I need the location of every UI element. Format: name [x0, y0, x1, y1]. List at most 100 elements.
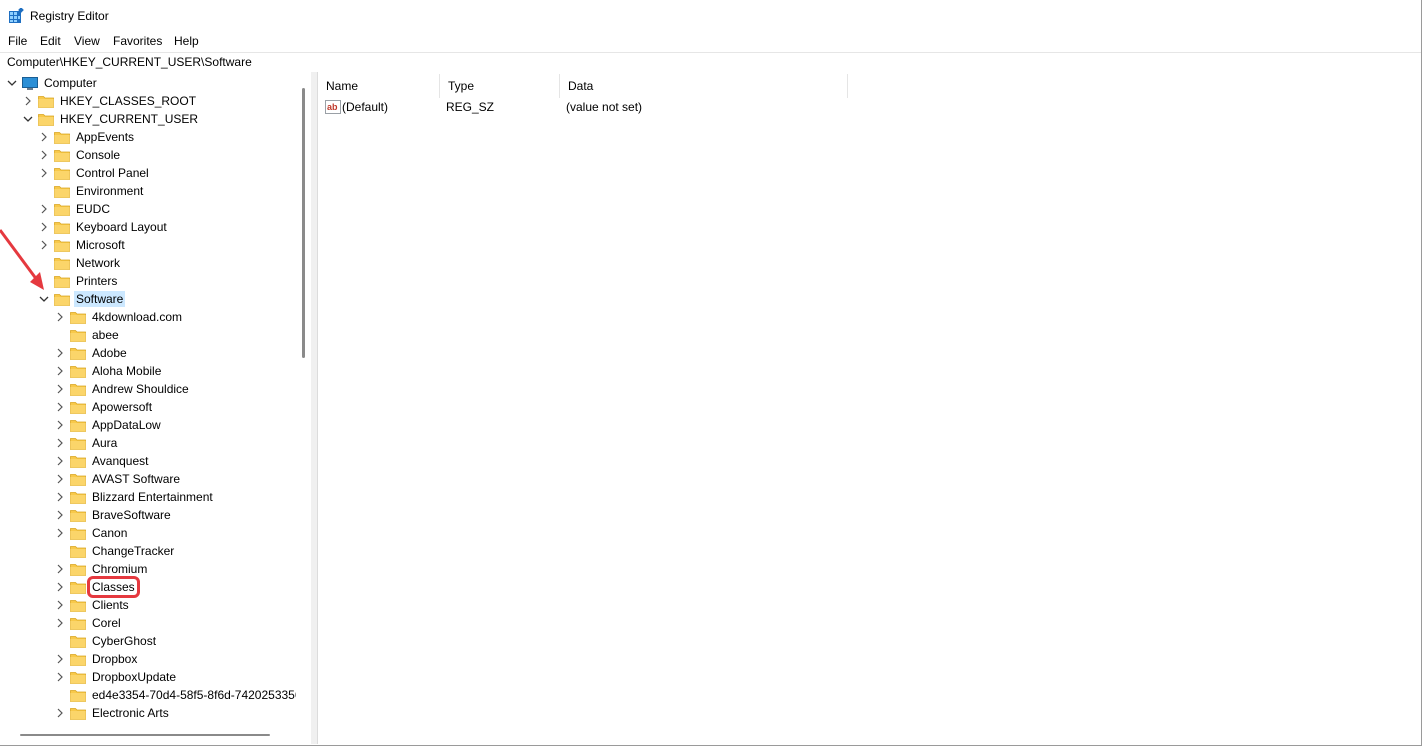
folder-icon	[70, 563, 86, 576]
folder-icon	[70, 401, 86, 414]
tree-item[interactable]: Canon	[54, 524, 129, 542]
value-type: REG_SZ	[446, 100, 495, 114]
tree-item[interactable]: Chromium	[54, 560, 149, 578]
menu-file[interactable]: File	[8, 34, 27, 48]
value-row[interactable]: ab (Default) REG_SZ (value not set)	[318, 98, 918, 116]
chevron-down-icon[interactable]	[22, 110, 34, 128]
chevron-right-icon[interactable]	[38, 164, 50, 182]
registry-editor-app-icon	[9, 8, 24, 23]
tree-item-label: Microsoft	[76, 238, 125, 252]
tree-horizontal-scrollbar-thumb[interactable]	[20, 734, 270, 736]
tree-item[interactable]: Classes	[54, 576, 140, 598]
chevron-right-icon[interactable]	[54, 434, 66, 452]
column-header-data[interactable]: Data	[560, 74, 848, 98]
folder-icon	[70, 581, 86, 594]
chevron-right-icon[interactable]	[54, 524, 66, 542]
tree-item-label: Environment	[76, 184, 144, 198]
tree-item[interactable]: EUDC	[38, 200, 112, 218]
tree-item[interactable]: Blizzard Entertainment	[54, 488, 215, 506]
values-list-pane[interactable]: Name Type Data ab (Default) REG_SZ (valu…	[318, 72, 1421, 744]
chevron-right-icon[interactable]	[54, 488, 66, 506]
tree-item-label: 4kdownload.com	[92, 310, 183, 324]
tree-item[interactable]: ChangeTracker	[54, 542, 176, 560]
tree-item[interactable]: 4kdownload.com	[54, 308, 184, 326]
tree-item[interactable]: CyberGhost	[54, 632, 158, 650]
key-tree-pane[interactable]: Computer HKEY_CLASSES_ROOT HKEY_CURRENT_US…	[0, 72, 312, 744]
tree-item[interactable]: Andrew Shouldice	[54, 380, 191, 398]
tree-vertical-scrollbar[interactable]	[296, 76, 310, 726]
menu-help[interactable]: Help	[174, 34, 199, 48]
tree-item[interactable]: Apowersoft	[54, 398, 154, 416]
chevron-right-icon[interactable]	[38, 128, 50, 146]
tree-item[interactable]: Electronic Arts	[54, 704, 171, 722]
menu-view[interactable]: View	[74, 34, 100, 48]
chevron-right-icon[interactable]	[54, 380, 66, 398]
tree-item-label: abee	[92, 328, 119, 342]
tree-item[interactable]: HKEY_CLASSES_ROOT	[22, 92, 198, 110]
chevron-right-icon[interactable]	[54, 416, 66, 434]
chevron-right-icon[interactable]	[54, 704, 66, 722]
tree-item[interactable]: abee	[54, 326, 121, 344]
tree-item[interactable]: Corel	[54, 614, 123, 632]
tree-item[interactable]: Avanquest	[54, 452, 151, 470]
column-header-name[interactable]: Name	[318, 74, 440, 98]
tree-item[interactable]: Console	[38, 146, 122, 164]
tree-horizontal-scrollbar[interactable]	[0, 727, 310, 743]
chevron-right-icon[interactable]	[54, 470, 66, 488]
tree-item-label: AppDataLow	[92, 418, 161, 432]
chevron-right-icon[interactable]	[54, 614, 66, 632]
tree-item-label: Chromium	[92, 562, 148, 576]
menu-edit[interactable]: Edit	[40, 34, 61, 48]
tree-item[interactable]: Computer	[6, 74, 99, 92]
folder-icon	[54, 203, 70, 216]
tree-item[interactable]: Adobe	[54, 344, 129, 362]
chevron-right-icon[interactable]	[54, 650, 66, 668]
tree-vertical-scrollbar-thumb[interactable]	[302, 88, 305, 358]
folder-icon	[70, 329, 86, 342]
chevron-right-icon[interactable]	[54, 506, 66, 524]
chevron-right-icon[interactable]	[54, 398, 66, 416]
address-bar[interactable]: Computer\HKEY_CURRENT_USER\Software	[0, 52, 1421, 73]
address-path[interactable]: Computer\HKEY_CURRENT_USER\Software	[7, 55, 252, 69]
title-bar[interactable]: Registry Editor	[0, 0, 1421, 32]
chevron-right-icon[interactable]	[54, 308, 66, 326]
tree-item[interactable]: Clients	[54, 596, 131, 614]
chevron-right-icon[interactable]	[54, 362, 66, 380]
chevron-right-icon[interactable]	[22, 92, 34, 110]
chevron-right-icon[interactable]	[38, 146, 50, 164]
tree-item[interactable]: Aura	[54, 434, 119, 452]
window-title: Registry Editor	[30, 9, 109, 23]
folder-icon	[70, 311, 86, 324]
svg-text:ab: ab	[327, 102, 338, 112]
tree-item[interactable]: Dropbox	[54, 650, 139, 668]
tree-item[interactable]: BraveSoftware	[54, 506, 173, 524]
chevron-right-icon[interactable]	[54, 344, 66, 362]
tree-item[interactable]: AVAST Software	[54, 470, 182, 488]
tree-item[interactable]: Control Panel	[38, 164, 151, 182]
tree-item[interactable]: Aloha Mobile	[54, 362, 163, 380]
chevron-right-icon[interactable]	[54, 452, 66, 470]
tree-item-label: HKEY_CURRENT_USER	[60, 112, 199, 126]
column-header-type[interactable]: Type	[440, 74, 560, 98]
tree-item[interactable]: ed4e3354-70d4-58f5-8f6d-7420253356e	[54, 686, 310, 704]
chevron-right-icon[interactable]	[54, 668, 66, 686]
tree-item[interactable]: Environment	[38, 182, 145, 200]
tree-item[interactable]: DropboxUpdate	[54, 668, 178, 686]
tree-item[interactable]: AppDataLow	[54, 416, 163, 434]
folder-icon	[70, 491, 86, 504]
chevron-right-icon[interactable]	[54, 578, 66, 596]
folder-icon	[70, 347, 86, 360]
menu-favorites[interactable]: Favorites	[113, 34, 162, 48]
chevron-right-icon[interactable]	[54, 560, 66, 578]
tree-item[interactable]: AppEvents	[38, 128, 136, 146]
chevron-down-icon[interactable]	[6, 74, 18, 92]
chevron-right-icon[interactable]	[54, 596, 66, 614]
tree-item[interactable]: HKEY_CURRENT_USER	[22, 110, 200, 128]
folder-icon	[70, 635, 86, 648]
pane-splitter[interactable]	[311, 72, 318, 744]
registry-editor-window: Registry Editor File Edit View Favorites…	[0, 0, 1422, 746]
chevron-right-icon[interactable]	[38, 200, 50, 218]
tree-item-label: Corel	[92, 616, 121, 630]
